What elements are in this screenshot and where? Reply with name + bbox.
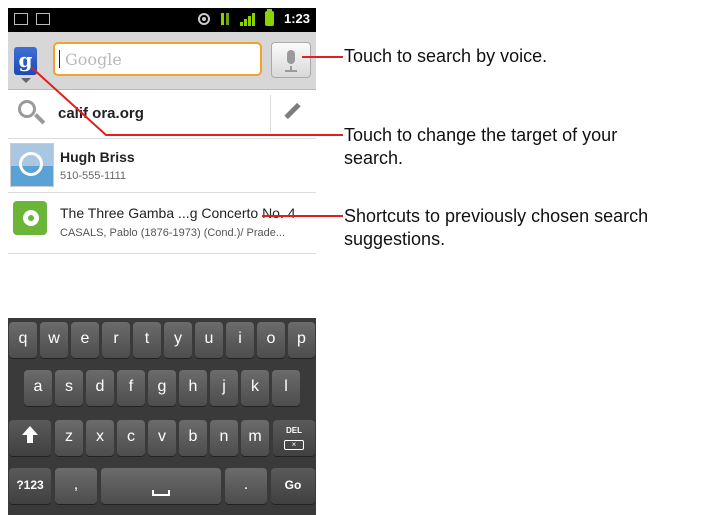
key-r[interactable]: r [102,322,130,358]
system-icons: 1:23 [197,9,310,26]
contact-photo [10,143,54,187]
key-t[interactable]: t [133,322,161,358]
key-a[interactable]: a [24,370,52,406]
key-d[interactable]: d [86,370,114,406]
shortcuts-callout-line1: Shortcuts to previously chosen search [344,206,649,226]
voice-search-button[interactable] [271,42,311,78]
key-y[interactable]: y [164,322,192,358]
key-p[interactable]: p [288,322,315,358]
soft-keyboard: q w e r t y u i o p a s d f g h j k l z … [8,318,316,515]
backspace-icon: × [284,440,304,450]
search-source-button[interactable]: g [14,47,37,75]
key-w[interactable]: w [40,322,68,358]
search-placeholder: Google [65,50,122,69]
key-u[interactable]: u [195,322,223,358]
period-key[interactable]: . [225,468,267,504]
text-caret [59,50,60,68]
key-z[interactable]: z [55,420,83,456]
space-icon [152,490,170,496]
clock: 1:23 [283,11,310,26]
mic-icon [287,50,295,64]
key-o[interactable]: o [257,322,285,358]
key-n[interactable]: n [210,420,238,456]
suggestion-text: calif ora.org [58,105,144,122]
gmail-icon [14,13,28,25]
key-f[interactable]: f [117,370,145,406]
space-key[interactable] [101,468,221,504]
key-c[interactable]: c [117,420,145,456]
suggestion-query[interactable]: calif ora.org [8,90,316,139]
calendar-icon [36,13,50,25]
contact-phone: 510-555-1111 [60,170,127,182]
status-bar: 1:23 [8,8,316,32]
comma-key[interactable]: , [55,468,97,504]
music-app-icon [13,201,47,235]
shortcuts-callout-line2: suggestions. [344,229,446,249]
key-e[interactable]: e [71,322,99,358]
pencil-icon[interactable] [284,102,301,120]
data-icon [220,12,230,26]
symbols-key[interactable]: ?123 [9,468,51,504]
key-k[interactable]: k [241,370,269,406]
signal-icon [239,12,255,26]
key-h[interactable]: h [179,370,207,406]
key-q[interactable]: q [9,322,37,358]
gps-icon [197,12,210,25]
delete-key[interactable]: DEL × [273,420,315,456]
go-key[interactable]: Go [271,468,315,504]
key-m[interactable]: m [241,420,269,456]
key-b[interactable]: b [179,420,207,456]
suggestion-music[interactable]: The Three Gamba ...g Concerto No. 4 CASA… [8,193,316,254]
divider [270,95,271,133]
suggestion-contact[interactable]: Hugh Briss 510-555-1111 [8,139,316,193]
chevron-down-icon [21,78,31,83]
voice-callout: Touch to search by voice. [344,46,548,66]
target-callout-line2: search. [344,148,404,168]
search-bar: g Google [8,32,316,90]
key-x[interactable]: x [86,420,114,456]
shift-icon [22,426,38,446]
track-artist: CASALS, Pablo (1876-1973) (Cond.)/ Prade… [60,227,286,239]
track-title: The Three Gamba ...g Concerto No. 4 [60,205,296,221]
key-g[interactable]: g [148,370,176,406]
contact-name: Hugh Briss [60,149,135,165]
key-j[interactable]: j [210,370,238,406]
key-i[interactable]: i [226,322,254,358]
key-s[interactable]: s [55,370,83,406]
shift-key[interactable] [9,420,51,456]
search-input[interactable]: Google [53,42,262,76]
phone-screen: 1:23 g Google calif ora.org Hugh Briss 5… [8,8,316,515]
key-v[interactable]: v [148,420,176,456]
battery-icon [264,9,274,26]
notification-icons [14,13,50,25]
target-callout-line1: Touch to change the target of your [344,125,618,145]
key-l[interactable]: l [272,370,300,406]
